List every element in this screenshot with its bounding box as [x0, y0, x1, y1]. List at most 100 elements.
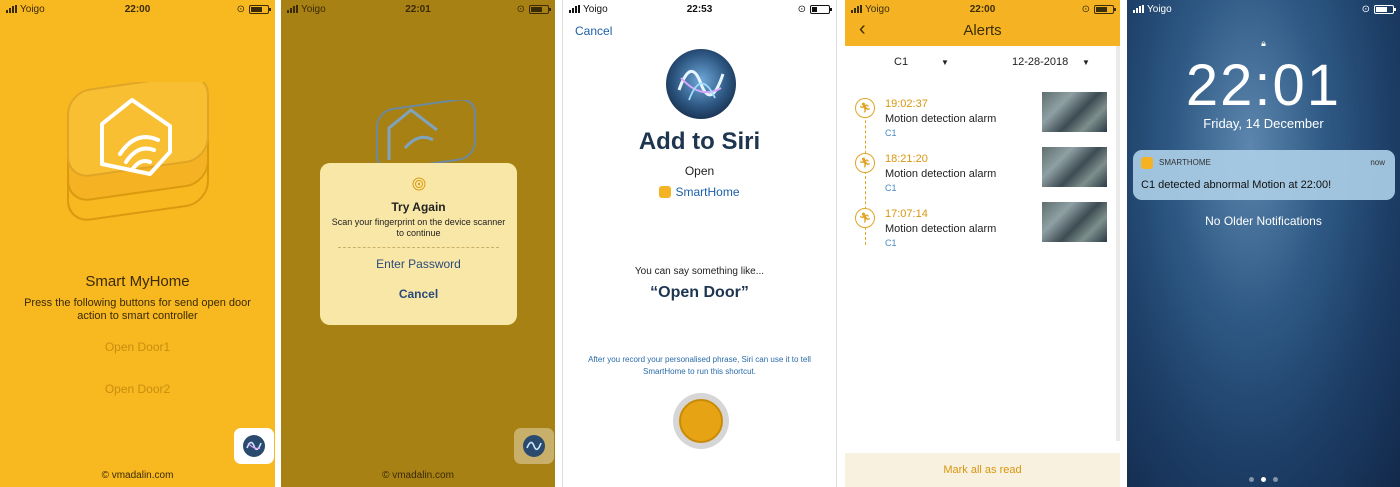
- page-title: Add to Siri: [638, 128, 761, 155]
- lock-screen: Yoigo ⊙ 🔒︎ 22:01 Friday, 14 December SMA…: [1127, 0, 1400, 487]
- signal-icon: [569, 5, 580, 13]
- open-door-1-button[interactable]: Open Door1: [0, 340, 275, 354]
- smarthome-app-icon: [1141, 157, 1153, 169]
- carrier-label: Yoigo: [1147, 3, 1172, 15]
- rotation-lock-icon: ⊙: [516, 3, 525, 15]
- alert-message: Motion detection alarm: [885, 113, 997, 125]
- carrier: Yoigo: [6, 4, 96, 15]
- dropdown-caret-icon[interactable]: ▼: [941, 58, 949, 67]
- no-older-notifications: No Older Notifications: [1205, 214, 1322, 228]
- siri-note: After you record your personalised phras…: [588, 355, 811, 376]
- home-screen: Yoigo 22:00 ⊙ Smart MyHome Press the fol…: [0, 0, 275, 487]
- notification-message: C1 detected abnormal Motion at 22:00!: [1141, 179, 1332, 191]
- date-filter[interactable]: 12-28-2018: [1012, 56, 1068, 68]
- status-right: ⊙: [459, 3, 551, 15]
- carrier: Yoigo: [851, 4, 941, 15]
- cancel-button[interactable]: Cancel: [575, 24, 612, 38]
- alert-item[interactable]: 🏃︎ 19:02:37 Motion detection alarm C1: [855, 92, 1110, 143]
- alert-thumbnail[interactable]: [1042, 202, 1107, 242]
- cancel-button[interactable]: Cancel: [320, 287, 517, 301]
- notification-time: now: [1370, 158, 1385, 167]
- alert-item[interactable]: 🏃︎ 18:21:20 Motion detection alarm C1: [855, 147, 1110, 198]
- page-indicator: [1127, 477, 1400, 482]
- lock-icon: 🔒︎: [1261, 38, 1266, 48]
- alert-camera: C1: [885, 183, 897, 193]
- signal-icon: [1133, 5, 1144, 13]
- rotation-lock-icon: ⊙: [1361, 3, 1370, 15]
- app-logo-icon: [67, 82, 209, 221]
- running-person-icon: 🏃︎: [855, 153, 875, 173]
- mark-all-read-button[interactable]: Mark all as read: [845, 453, 1120, 487]
- footer-link[interactable]: © vmadalin.com: [281, 470, 555, 481]
- dropdown-caret-icon[interactable]: ▼: [1082, 58, 1090, 67]
- alert-message: Motion detection alarm: [885, 168, 997, 180]
- carrier-label: Yoigo: [865, 3, 890, 15]
- status-time: 22:00: [969, 3, 996, 15]
- running-person-icon: 🏃︎: [855, 208, 875, 228]
- alert-camera: C1: [885, 128, 897, 138]
- page-dot: [1273, 477, 1278, 482]
- lock-clock: 22:01: [1185, 53, 1342, 118]
- battery-icon: [1094, 4, 1116, 14]
- status-bar: Yoigo 22:00 ⊙: [0, 0, 275, 18]
- status-bar: Yoigo 22:53 ⊙: [563, 0, 836, 18]
- status-time: 22:01: [405, 3, 431, 15]
- status-right: ⊙: [1024, 3, 1116, 15]
- alert-message: Motion detection alarm: [885, 223, 997, 235]
- screenshot-collage: Yoigo 22:00 ⊙ Smart MyHome Press the fol…: [0, 0, 1400, 487]
- alert-camera: C1: [885, 238, 897, 248]
- page-title: Alerts: [963, 22, 1002, 39]
- shortcut-app: SmartHome: [563, 185, 836, 199]
- camera-filter[interactable]: C1: [894, 56, 908, 68]
- carrier: Yoigo: [287, 4, 377, 15]
- signal-icon: [851, 5, 862, 13]
- app-title: Smart MyHome: [85, 273, 190, 290]
- app-name: SmartHome: [675, 185, 740, 199]
- say-hint: You can say something like...: [634, 266, 765, 277]
- status-time: 22:00: [124, 3, 151, 15]
- rotation-lock-icon: ⊙: [1081, 3, 1090, 15]
- status-right: ⊙: [740, 4, 832, 15]
- alert-time: 19:02:37: [885, 98, 928, 110]
- carrier-label: Yoigo: [20, 3, 45, 15]
- status-right: ⊙: [1304, 3, 1396, 15]
- lock-date: Friday, 14 December: [1203, 116, 1324, 131]
- status-bar: Yoigo ⊙: [1127, 0, 1400, 18]
- notification-card[interactable]: SMARTHOME now C1 detected abnormal Motio…: [1133, 150, 1395, 200]
- enter-password-button[interactable]: Enter Password: [320, 257, 517, 271]
- fingerprint-screen: Yoigo 22:01 ⊙ Try Again Scan your finger…: [281, 0, 555, 487]
- battery-icon: [1374, 4, 1396, 14]
- alert-time: 18:21:20: [885, 153, 928, 165]
- page-dot: [1249, 477, 1254, 482]
- suggested-phrase: “Open Door”: [650, 284, 749, 301]
- shortcut-action: Open: [684, 164, 715, 178]
- status-right: ⊙: [179, 4, 271, 15]
- status-bar: Yoigo 22:01 ⊙: [281, 0, 555, 18]
- signal-icon: [287, 5, 298, 13]
- carrier-label: Yoigo: [583, 3, 608, 15]
- app-description: Press the following buttons for send ope…: [24, 297, 251, 322]
- add-to-siri-screen: Yoigo 22:53 ⊙ Cancel Add to Siri Open Sm…: [562, 0, 837, 487]
- alert-thumbnail[interactable]: [1042, 147, 1107, 187]
- alert-item[interactable]: 🏃︎ 17:07:14 Motion detection alarm C1: [855, 202, 1110, 253]
- notification-app: SMARTHOME: [1159, 158, 1211, 167]
- fingerprint-icon: [412, 177, 425, 191]
- nav-bar: Yoigo 22:00 ⊙ ‹ Alerts: [845, 0, 1120, 46]
- open-door-2-button[interactable]: Open Door2: [0, 382, 275, 396]
- smarthome-app-icon: [659, 186, 672, 198]
- dialog-divider: [338, 247, 499, 248]
- scrollbar[interactable]: [1116, 46, 1120, 441]
- siri-shortcut-button[interactable]: [234, 428, 274, 464]
- record-button[interactable]: [673, 393, 729, 449]
- running-person-icon: 🏃︎: [855, 98, 875, 118]
- carrier: Yoigo: [569, 4, 659, 15]
- status-time: 22:53: [686, 3, 713, 15]
- alert-thumbnail[interactable]: [1042, 92, 1107, 132]
- status-bar: Yoigo 22:00 ⊙: [845, 0, 1120, 18]
- battery-icon: [249, 4, 271, 14]
- carrier: Yoigo: [1133, 4, 1223, 15]
- record-icon: [679, 399, 723, 443]
- footer-link[interactable]: © vmadalin.com: [0, 470, 275, 481]
- touch-id-dialog: Try Again Scan your fingerprint on the d…: [320, 163, 517, 325]
- siri-shortcut-button[interactable]: [514, 428, 554, 464]
